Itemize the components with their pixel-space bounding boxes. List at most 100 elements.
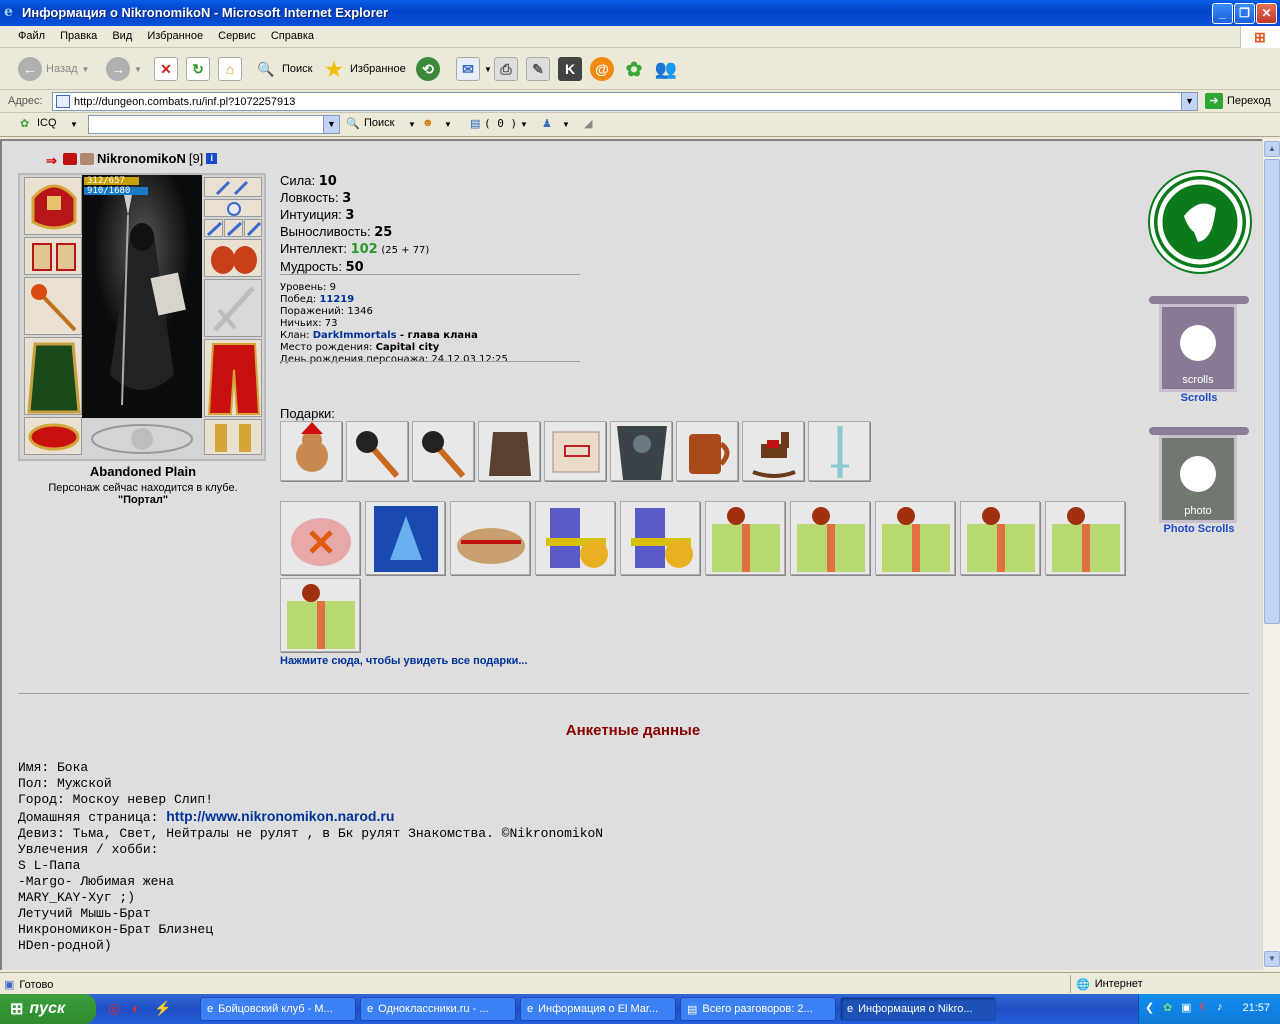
message-arrow[interactable]: ▼: [520, 120, 528, 129]
gift-armor[interactable]: [478, 421, 540, 481]
gift-teddy-bear[interactable]: [280, 421, 342, 481]
vertical-scrollbar[interactable]: ▲ ▼: [1262, 139, 1280, 970]
gift-mug[interactable]: [676, 421, 738, 481]
tray-arrow-icon[interactable]: ❮: [1145, 1001, 1154, 1014]
ring3-slot[interactable]: [244, 219, 262, 237]
photo-scrolls-link[interactable]: Photo Scrolls: [1149, 523, 1249, 535]
gift-present-5[interactable]: [1045, 501, 1125, 575]
weapon-slot[interactable]: [24, 277, 82, 335]
menu-help[interactable]: Справка: [265, 26, 320, 46]
quicklaunch-opera-icon[interactable]: ◎: [108, 1000, 120, 1017]
menu-view[interactable]: Вид: [106, 26, 138, 46]
bracers-slot[interactable]: [24, 237, 82, 275]
address-input[interactable]: http://dungeon.combats.ru/inf.pl?1072257…: [52, 92, 1198, 111]
favorites-button[interactable]: ★ Избранное: [322, 54, 406, 84]
gift-rocking-horse[interactable]: [742, 421, 804, 481]
all-gifts-link[interactable]: Нажмите сюда, чтобы увидеть все подарки.…: [280, 655, 528, 667]
gift-mace-2[interactable]: [412, 421, 474, 481]
icq-search-arrow[interactable]: ▼: [408, 120, 416, 129]
back-button[interactable]: ← Назад ▼: [18, 54, 89, 84]
eraser-icon[interactable]: ◢: [584, 117, 592, 130]
refresh-button[interactable]: ↻: [186, 54, 210, 84]
forward-button[interactable]: → ▼: [106, 54, 142, 84]
message-count[interactable]: ( 0 ): [484, 117, 517, 130]
legs-slot[interactable]: [204, 339, 262, 417]
helmet-slot[interactable]: [24, 177, 82, 235]
goat-logo[interactable]: [1150, 172, 1250, 272]
minimize-button[interactable]: _: [1212, 3, 1233, 24]
gift-present-2[interactable]: [790, 501, 870, 575]
character-avatar[interactable]: [82, 175, 202, 418]
scrolls-link[interactable]: Scrolls: [1149, 392, 1249, 404]
tray-icq-icon[interactable]: ✿: [1163, 1001, 1172, 1014]
home-button[interactable]: ⌂: [218, 54, 242, 84]
armor-slot[interactable]: [24, 337, 82, 415]
address-url[interactable]: http://dungeon.combats.ru/inf.pl?1072257…: [74, 96, 295, 108]
earring-slot[interactable]: [204, 177, 262, 197]
gift-present-6[interactable]: [280, 578, 360, 652]
ring1-slot[interactable]: [204, 219, 223, 237]
menu-favorites[interactable]: Избранное: [141, 26, 209, 46]
belt-slot[interactable]: [24, 417, 82, 455]
tray-icon-3[interactable]: K: [1199, 1001, 1206, 1013]
gift-mace-1[interactable]: [346, 421, 408, 481]
shield-slot[interactable]: [204, 279, 262, 337]
info-icon[interactable]: i: [206, 153, 218, 164]
task-button-active[interactable]: e Информация о Nikro...: [840, 997, 996, 1021]
gift-basket[interactable]: [450, 501, 530, 575]
tray-volume-icon[interactable]: ♪: [1217, 1001, 1223, 1013]
gift-present-3[interactable]: [875, 501, 955, 575]
amulet-slot[interactable]: [204, 199, 262, 217]
clan-link[interactable]: DarkImmortals: [313, 330, 397, 341]
tray-icon-2[interactable]: ▣: [1181, 1001, 1191, 1014]
gift-crystal-sword[interactable]: [808, 421, 870, 481]
mail-button[interactable]: ✉ ▼: [456, 54, 492, 84]
gift-present-1[interactable]: [705, 501, 785, 575]
menu-file[interactable]: Файл: [12, 26, 51, 46]
homepage-link[interactable]: http://www.nikronomikon.narod.ru: [166, 808, 394, 824]
task-button[interactable]: e Одноклассники.ru - ...: [360, 997, 516, 1021]
menu-edit[interactable]: Правка: [54, 26, 103, 46]
menu-tools[interactable]: Сервис: [212, 26, 262, 46]
task-button[interactable]: e Информация о El Mar...: [520, 997, 676, 1021]
search-button[interactable]: 🔍 Поиск: [254, 54, 312, 84]
user-arrow[interactable]: ▼: [562, 120, 570, 129]
maximize-button[interactable]: ❐: [1234, 3, 1255, 24]
gift-letter[interactable]: [544, 421, 606, 481]
print-button[interactable]: ⎙: [494, 54, 518, 84]
icq-button[interactable]: ✿: [622, 54, 646, 84]
history-button[interactable]: ⟲: [416, 54, 440, 84]
close-button[interactable]: ✕: [1256, 3, 1277, 24]
ring2-slot[interactable]: [224, 219, 243, 237]
icq-search-dropdown[interactable]: ▼: [323, 116, 339, 133]
messenger-button[interactable]: 👥: [654, 54, 678, 84]
go-button[interactable]: ➜ Переход: [1205, 93, 1271, 109]
boots-slot[interactable]: [204, 419, 262, 455]
clan-badge-icon[interactable]: [63, 152, 77, 165]
address-dropdown[interactable]: ▼: [1181, 93, 1197, 110]
icq-label[interactable]: ICQ: [37, 117, 57, 129]
k-button[interactable]: K: [558, 54, 582, 84]
icq-search-button[interactable]: Поиск: [364, 117, 394, 129]
gift-present-4[interactable]: [960, 501, 1040, 575]
align-badge-icon[interactable]: [80, 152, 94, 165]
icq-search-input[interactable]: ▼: [88, 115, 340, 134]
gift-cloak[interactable]: [610, 421, 672, 481]
gift-coins-2[interactable]: [620, 501, 700, 575]
edit-button[interactable]: ✎: [526, 54, 550, 84]
gift-new-year-card[interactable]: [365, 501, 445, 575]
message-icon[interactable]: ▤: [470, 117, 480, 130]
user-icon[interactable]: ♟: [542, 117, 552, 130]
quicklaunch-icon-2[interactable]: ◐: [132, 1000, 140, 1016]
smiley-arrow[interactable]: ▼: [444, 120, 452, 129]
start-button[interactable]: ⊞ пуск: [0, 994, 96, 1024]
gloves-slot[interactable]: [204, 239, 262, 277]
smiley-icon[interactable]: ☻: [422, 117, 434, 129]
scroll-up-button[interactable]: ▲: [1264, 141, 1280, 157]
gift-candy-box[interactable]: [280, 501, 360, 575]
scroll-thumb[interactable]: [1264, 159, 1280, 624]
gift-coins-1[interactable]: [535, 501, 615, 575]
scroll-down-button[interactable]: ▼: [1264, 951, 1280, 967]
icq-menu-arrow[interactable]: ▼: [70, 120, 78, 129]
task-button[interactable]: ▤ Всего разговоров: 2...: [680, 997, 836, 1021]
